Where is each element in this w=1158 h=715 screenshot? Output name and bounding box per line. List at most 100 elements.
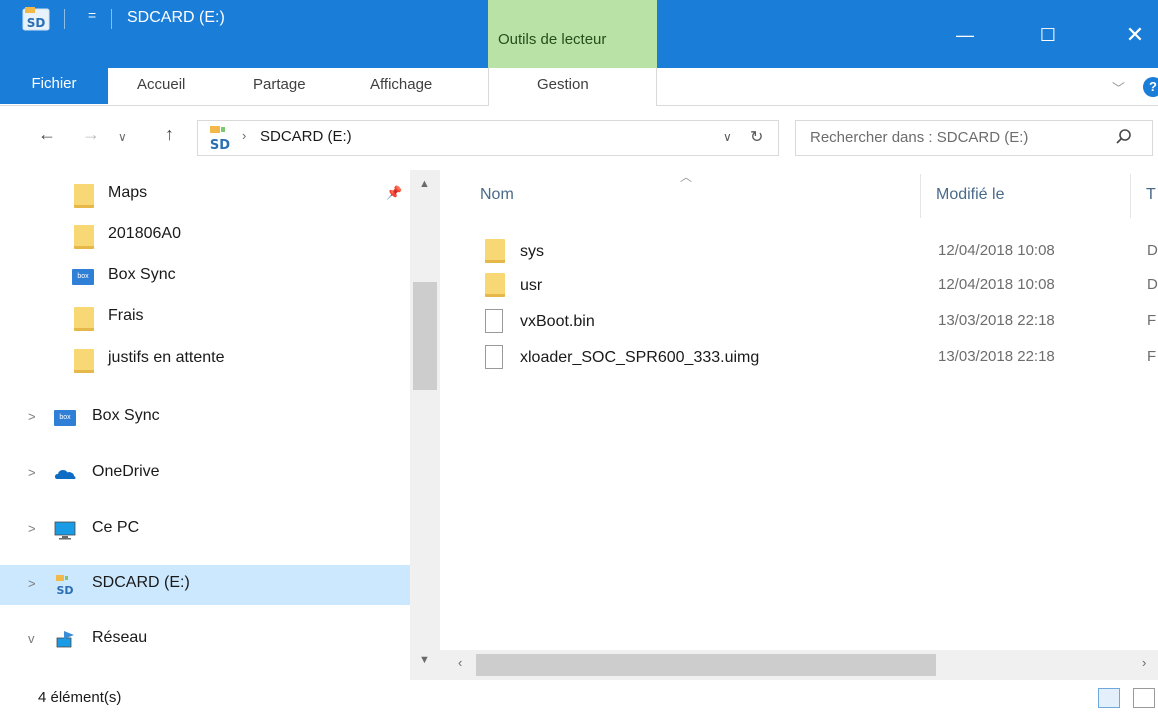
title-separator [111, 9, 112, 29]
file-type: F [1147, 312, 1157, 329]
file-type: D [1147, 242, 1158, 259]
table-row[interactable]: xloader_SOC_SPR600_333.uimg 13/03/2018 2… [480, 337, 1158, 377]
refresh-icon[interactable]: ↻ [750, 127, 763, 147]
pin-icon[interactable]: 📌 [386, 185, 402, 201]
box-icon: box [54, 410, 76, 426]
nav-item-reseau[interactable]: v Réseau [0, 620, 410, 660]
nav-item-label: justifs en attente [108, 349, 225, 366]
column-header-modified[interactable]: Modifié le [936, 186, 1004, 204]
address-toolbar: ← → ∨ ↑ SD › SDCARD (E:) ∨ ↻ Rechercher … [0, 106, 1158, 170]
file-list: ︿ Nom Modifié le T sys 12/04/2018 10:08 … [440, 170, 1158, 680]
svg-text:SD: SD [27, 16, 46, 30]
sdcard-icon: SD [210, 126, 230, 152]
folder-icon [485, 239, 505, 263]
column-header-type[interactable]: T [1146, 186, 1156, 204]
onedrive-icon [55, 470, 76, 479]
file-type: D [1147, 276, 1158, 293]
tab-affichage[interactable]: Affichage [370, 68, 432, 104]
column-divider[interactable] [1130, 174, 1131, 218]
context-tab-group-label: Outils de lecteur [498, 31, 607, 48]
table-row[interactable]: vxBoot.bin 13/03/2018 22:18 F [480, 301, 1158, 341]
forward-arrow-icon[interactable]: → [82, 124, 100, 145]
tab-gestion[interactable]: Gestion [537, 68, 589, 104]
svg-text:SD: SD [56, 584, 73, 596]
context-tab-group: Outils de lecteur [488, 0, 657, 68]
expand-chevron-icon[interactable]: > [28, 409, 36, 424]
tab-accueil[interactable]: Accueil [137, 68, 185, 104]
nav-pane-scrollbar[interactable]: ▲ ▼ [410, 170, 440, 680]
scroll-left-icon[interactable]: ‹ [458, 655, 462, 670]
expand-chevron-icon[interactable]: > [28, 576, 36, 591]
search-input[interactable]: Rechercher dans : SDCARD (E:) [795, 120, 1153, 156]
recent-locations-chevron-icon[interactable]: ∨ [118, 130, 127, 144]
collapse-chevron-icon[interactable]: v [28, 631, 35, 646]
folder-icon [74, 225, 94, 249]
scroll-down-icon[interactable]: ▼ [419, 654, 430, 666]
close-button[interactable]: ✕ [1105, 0, 1158, 60]
nav-item-label: 201806A0 [108, 225, 181, 242]
ribbon-tabs: Fichier Accueil Partage Affichage Gestio… [0, 60, 1158, 106]
file-name: xloader_SOC_SPR600_333.uimg [520, 349, 760, 366]
status-bar: 4 élément(s) [0, 680, 1158, 715]
address-bar[interactable]: SD › SDCARD (E:) ∨ ↻ [197, 120, 779, 156]
nav-item-justifs-en-attente[interactable]: justifs en attente [0, 340, 410, 380]
breadcrumb-chevron-icon[interactable]: › [242, 128, 246, 143]
pc-icon [54, 521, 76, 540]
back-arrow-icon[interactable]: ← [38, 124, 56, 145]
expand-chevron-icon[interactable]: > [28, 521, 36, 536]
nav-item-maps[interactable]: Maps 📌 [0, 175, 410, 215]
title-separator [64, 9, 65, 29]
horizontal-scrollbar[interactable]: ‹ › [440, 650, 1158, 680]
expand-chevron-icon[interactable]: > [28, 465, 36, 480]
tab-partage[interactable]: Partage [253, 68, 306, 104]
search-icon [1116, 129, 1131, 144]
maximize-button[interactable]: ☐ [1018, 0, 1078, 60]
sdcard-icon[interactable]: SD [22, 6, 50, 32]
nav-item-box-sync[interactable]: > box Box Sync [0, 398, 410, 438]
nav-item-sdcard[interactable]: > SD SDCARD (E:) [0, 565, 410, 605]
column-divider[interactable] [920, 174, 921, 218]
folder-icon [74, 349, 94, 373]
scroll-right-icon[interactable]: › [1142, 655, 1146, 670]
ribbon-expand-icon[interactable]: ﹀ [1112, 78, 1125, 97]
nav-item-label: Box Sync [108, 266, 176, 283]
navigation-pane: Maps 📌 201806A0 box Box Sync Frais justi… [0, 170, 440, 680]
large-icons-view-icon[interactable] [1133, 688, 1155, 708]
file-name: usr [520, 277, 543, 294]
folder-icon [485, 273, 505, 297]
nav-item-label: Box Sync [92, 407, 160, 424]
search-placeholder: Rechercher dans : SDCARD (E:) [810, 129, 1029, 146]
details-view-icon[interactable] [1098, 688, 1120, 708]
quick-access-dropdown[interactable]: = [88, 7, 96, 23]
network-icon [56, 631, 74, 648]
nav-item-onedrive[interactable]: > OneDrive [0, 454, 410, 494]
up-arrow-icon[interactable]: ↑ [165, 124, 174, 145]
nav-item-label: Frais [108, 307, 144, 324]
help-icon[interactable]: ? [1143, 77, 1158, 97]
file-icon [485, 345, 503, 369]
nav-item-ce-pc[interactable]: > Ce PC [0, 510, 410, 550]
item-count: 4 élément(s) [38, 689, 122, 706]
sdcard-icon: SD [56, 575, 74, 596]
address-dropdown-icon[interactable]: ∨ [723, 130, 732, 144]
box-icon: box [72, 269, 94, 285]
table-row[interactable]: usr 12/04/2018 10:08 D [480, 265, 1158, 305]
nav-item-label: Maps [108, 184, 148, 201]
breadcrumb-current[interactable]: SDCARD (E:) [260, 128, 352, 145]
nav-item-201806a0[interactable]: 201806A0 [0, 216, 410, 256]
tab-fichier[interactable]: Fichier [0, 60, 108, 104]
nav-item-label: Réseau [92, 629, 148, 646]
scroll-up-icon[interactable]: ▲ [419, 178, 430, 190]
file-modified: 13/03/2018 22:18 [938, 348, 1055, 365]
nav-item-box-sync-quick[interactable]: box Box Sync [0, 257, 410, 297]
minimize-button[interactable]: — [935, 0, 995, 60]
scrollbar-thumb[interactable] [413, 282, 437, 390]
scrollbar-thumb[interactable] [476, 654, 936, 676]
nav-item-label: OneDrive [92, 463, 160, 480]
nav-item-frais[interactable]: Frais [0, 298, 410, 338]
folder-icon [74, 307, 94, 331]
window-title: SDCARD (E:) [127, 9, 225, 26]
file-modified: 12/04/2018 10:08 [938, 242, 1055, 259]
file-icon [485, 309, 503, 333]
column-header-name[interactable]: Nom [480, 186, 514, 204]
